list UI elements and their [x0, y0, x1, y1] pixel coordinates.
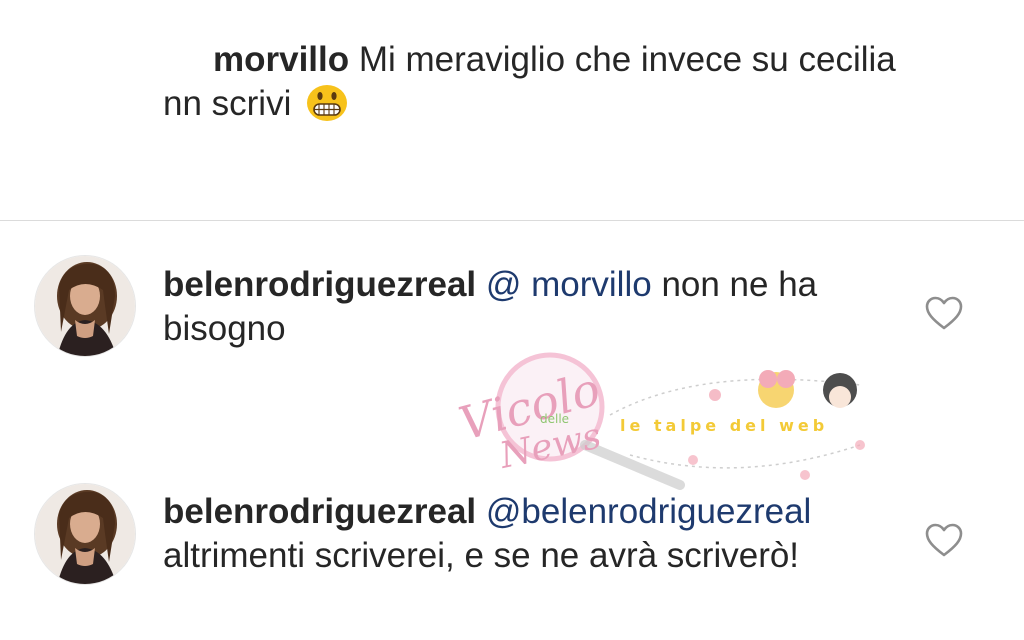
heart-outline-icon[interactable]	[924, 522, 964, 558]
grinning-face-icon	[307, 85, 348, 121]
heart-outline-icon[interactable]	[924, 295, 964, 331]
reply-text: altrimenti scriverei, e se ne avrà scriv…	[163, 536, 800, 575]
comment-username[interactable]: morvillo	[213, 40, 349, 79]
reply-username[interactable]: belenrodriguezreal	[163, 265, 476, 304]
reply-username[interactable]: belenrodriguezreal	[163, 492, 476, 531]
avatar[interactable]	[34, 483, 136, 585]
watermark-logo: Vicolo delle News le talpe del web	[454, 352, 865, 490]
svg-text:le talpe del web: le talpe del web	[620, 416, 828, 435]
top-comment: morvillo Mi meraviglio che invece su cec…	[163, 38, 923, 126]
reply-text-block: belenrodriguezreal @ morvillo non ne ha …	[163, 263, 903, 351]
reply-mention-link[interactable]: @ morvillo	[486, 265, 652, 304]
avatar[interactable]	[34, 255, 136, 357]
divider	[0, 220, 1024, 221]
